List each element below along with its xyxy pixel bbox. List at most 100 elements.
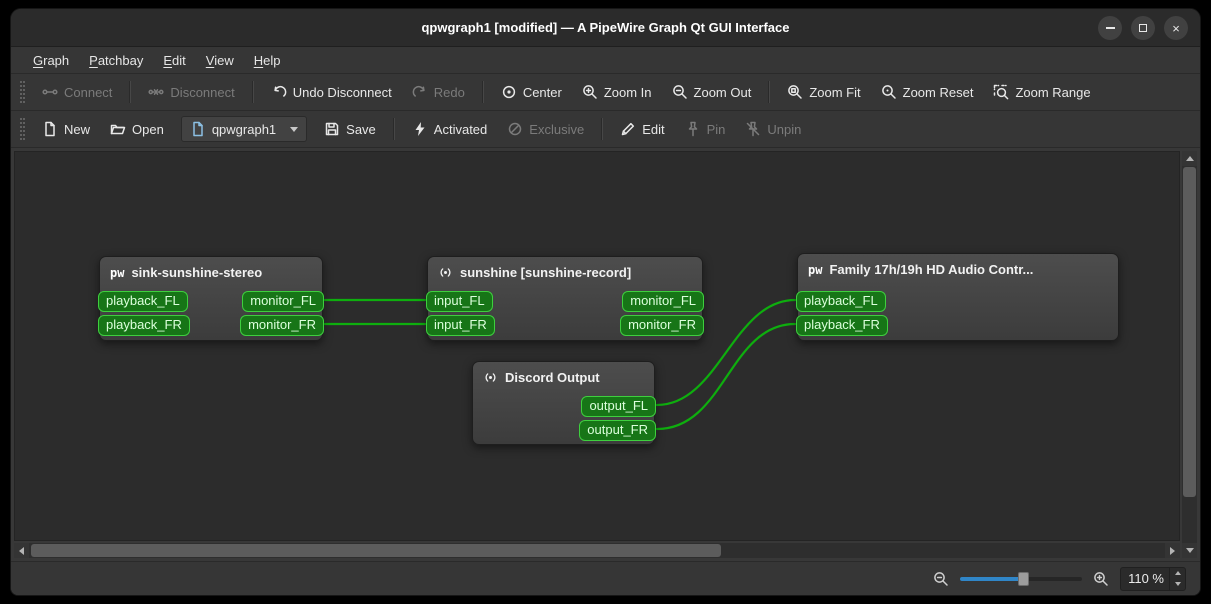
node-header: Discord Output — [473, 362, 654, 385]
patchbay-combo[interactable]: qpwgraph1 — [180, 116, 308, 142]
zoom-spinbox[interactable]: 110 % — [1120, 566, 1186, 591]
zoom-range-label: Zoom Range — [1015, 84, 1091, 100]
menu-view[interactable]: View — [196, 47, 244, 73]
port-output-fl[interactable]: output_FL — [581, 396, 656, 417]
open-folder-icon — [110, 121, 126, 137]
node-discord-output[interactable]: Discord Output output_FL output_FR — [472, 361, 656, 445]
menu-edit[interactable]: Edit — [153, 47, 195, 73]
spin-up-button[interactable] — [1170, 568, 1185, 579]
zoom-in-label: Zoom In — [603, 84, 652, 100]
menu-graph[interactable]: Graph — [23, 47, 79, 73]
redo-icon — [412, 84, 428, 100]
vertical-scroll-thumb[interactable] — [1183, 167, 1196, 497]
node-header: sunshine [sunshine-record] — [428, 257, 702, 280]
scroll-down-button[interactable] — [1182, 543, 1197, 558]
node-sink-sunshine-stereo[interactable]: pw sink-sunshine-stereo playback_FL play… — [98, 256, 324, 341]
scroll-up-button[interactable] — [1182, 151, 1197, 166]
arrow-right-icon — [1170, 546, 1175, 555]
scroll-right-button[interactable] — [1165, 543, 1180, 558]
stream-icon — [438, 265, 453, 280]
center-button[interactable]: Center — [492, 78, 571, 106]
port-monitor-fr[interactable]: monitor_FR — [620, 315, 704, 336]
close-button[interactable]: × — [1164, 16, 1188, 40]
disconnect-icon — [148, 84, 164, 100]
menu-patchbay[interactable]: Patchbay — [79, 47, 153, 73]
app-window: qpwgraph1 [modified] — A PipeWire Graph … — [10, 8, 1201, 596]
activated-toggle[interactable]: Activated — [403, 115, 496, 143]
port-playback-fl[interactable]: playback_FL — [796, 291, 886, 312]
horizontal-scroll-thumb[interactable] — [31, 544, 721, 557]
exclusive-toggle: Exclusive — [498, 115, 593, 143]
zoom-range-icon — [993, 84, 1009, 100]
stream-icon — [483, 370, 498, 385]
zoom-out-button[interactable]: Zoom Out — [663, 78, 761, 106]
node-title: Family 17h/19h HD Audio Contr... — [829, 262, 1034, 277]
statusbar-zoom-in-button[interactable] — [1091, 569, 1111, 589]
port-monitor-fl[interactable]: monitor_FL — [242, 291, 324, 312]
arrow-up-icon — [1185, 156, 1194, 161]
save-button[interactable]: Save — [315, 115, 385, 143]
window-title: qpwgraph1 [modified] — A PipeWire Graph … — [421, 20, 790, 35]
zoom-range-button[interactable]: Zoom Range — [984, 78, 1099, 106]
port-input-fl[interactable]: input_FL — [426, 291, 493, 312]
undo-disconnect-button[interactable]: Undo Disconnect — [262, 78, 401, 106]
pin-icon — [685, 121, 701, 137]
zoom-out-label: Zoom Out — [693, 84, 752, 100]
zoom-slider-handle[interactable] — [1018, 572, 1030, 586]
patchbay-toolbar: New Open qpwgraph1 Save Activated Exclus… — [11, 111, 1200, 148]
zoom-in-icon — [582, 84, 598, 100]
port-monitor-fl[interactable]: monitor_FL — [622, 291, 704, 312]
maximize-button[interactable] — [1131, 16, 1155, 40]
zoom-fit-button[interactable]: Zoom Fit — [778, 78, 869, 106]
zoom-slider[interactable] — [960, 570, 1082, 587]
port-monitor-fr[interactable]: monitor_FR — [240, 315, 324, 336]
port-output-fr[interactable]: output_FR — [579, 420, 656, 441]
patchbay-combo-value: qpwgraph1 — [211, 121, 277, 137]
minimize-icon — [1105, 27, 1115, 29]
connect-icon — [42, 84, 58, 100]
statusbar-zoom-out-button[interactable] — [931, 569, 951, 589]
minimize-button[interactable] — [1098, 16, 1122, 40]
port-playback-fl[interactable]: playback_FL — [98, 291, 188, 312]
toolbar-grip[interactable] — [20, 81, 25, 103]
titlebar[interactable]: qpwgraph1 [modified] — A PipeWire Graph … — [11, 9, 1200, 47]
new-button[interactable]: New — [33, 115, 99, 143]
exclusive-label: Exclusive — [529, 121, 585, 137]
new-document-icon — [42, 121, 58, 137]
menu-help[interactable]: Help — [244, 47, 291, 73]
pipewire-icon: pw — [808, 262, 823, 277]
node-sunshine-record[interactable]: sunshine [sunshine-record] input_FL inpu… — [426, 256, 704, 341]
node-header: pw Family 17h/19h HD Audio Contr... — [798, 254, 1118, 277]
zoom-reset-button[interactable]: Zoom Reset — [872, 78, 983, 106]
toolbar-separator — [481, 81, 484, 103]
port-playback-fr[interactable]: playback_FR — [98, 315, 190, 336]
node-family-hd-audio[interactable]: pw Family 17h/19h HD Audio Contr... play… — [796, 253, 1119, 341]
toolbar-separator — [129, 81, 132, 103]
menu-edit-label: Edit — [163, 52, 186, 68]
node-title: Discord Output — [505, 370, 600, 385]
pin-button: Pin — [676, 115, 735, 143]
statusbar: 110 % — [11, 561, 1200, 595]
window-controls: × — [1098, 16, 1188, 40]
vertical-scroll-track — [1182, 166, 1197, 543]
save-icon — [324, 121, 340, 137]
scroll-left-button[interactable] — [14, 543, 29, 558]
patchbay-file-icon — [190, 121, 206, 137]
zoom-spinbox-buttons — [1169, 567, 1185, 590]
port-playback-fr[interactable]: playback_FR — [796, 315, 888, 336]
menu-view-label: View — [205, 52, 234, 68]
center-label: Center — [522, 84, 562, 100]
zoom-in-button[interactable]: Zoom In — [573, 78, 661, 106]
open-button[interactable]: Open — [101, 115, 173, 143]
graph-canvas[interactable]: pw sink-sunshine-stereo playback_FL play… — [14, 151, 1180, 541]
port-input-fr[interactable]: input_FR — [426, 315, 495, 336]
connections-layer — [323, 298, 797, 431]
toolbar-grip[interactable] — [20, 118, 25, 140]
arrow-up-icon — [1174, 571, 1181, 575]
toolbar-separator — [768, 81, 771, 103]
activated-label: Activated — [433, 121, 488, 137]
edit-toggle[interactable]: Edit — [611, 115, 673, 143]
zoom-spinbox-value[interactable]: 110 % — [1121, 568, 1169, 590]
spin-down-button[interactable] — [1170, 579, 1185, 590]
zoom-slider-fill — [960, 577, 1024, 581]
